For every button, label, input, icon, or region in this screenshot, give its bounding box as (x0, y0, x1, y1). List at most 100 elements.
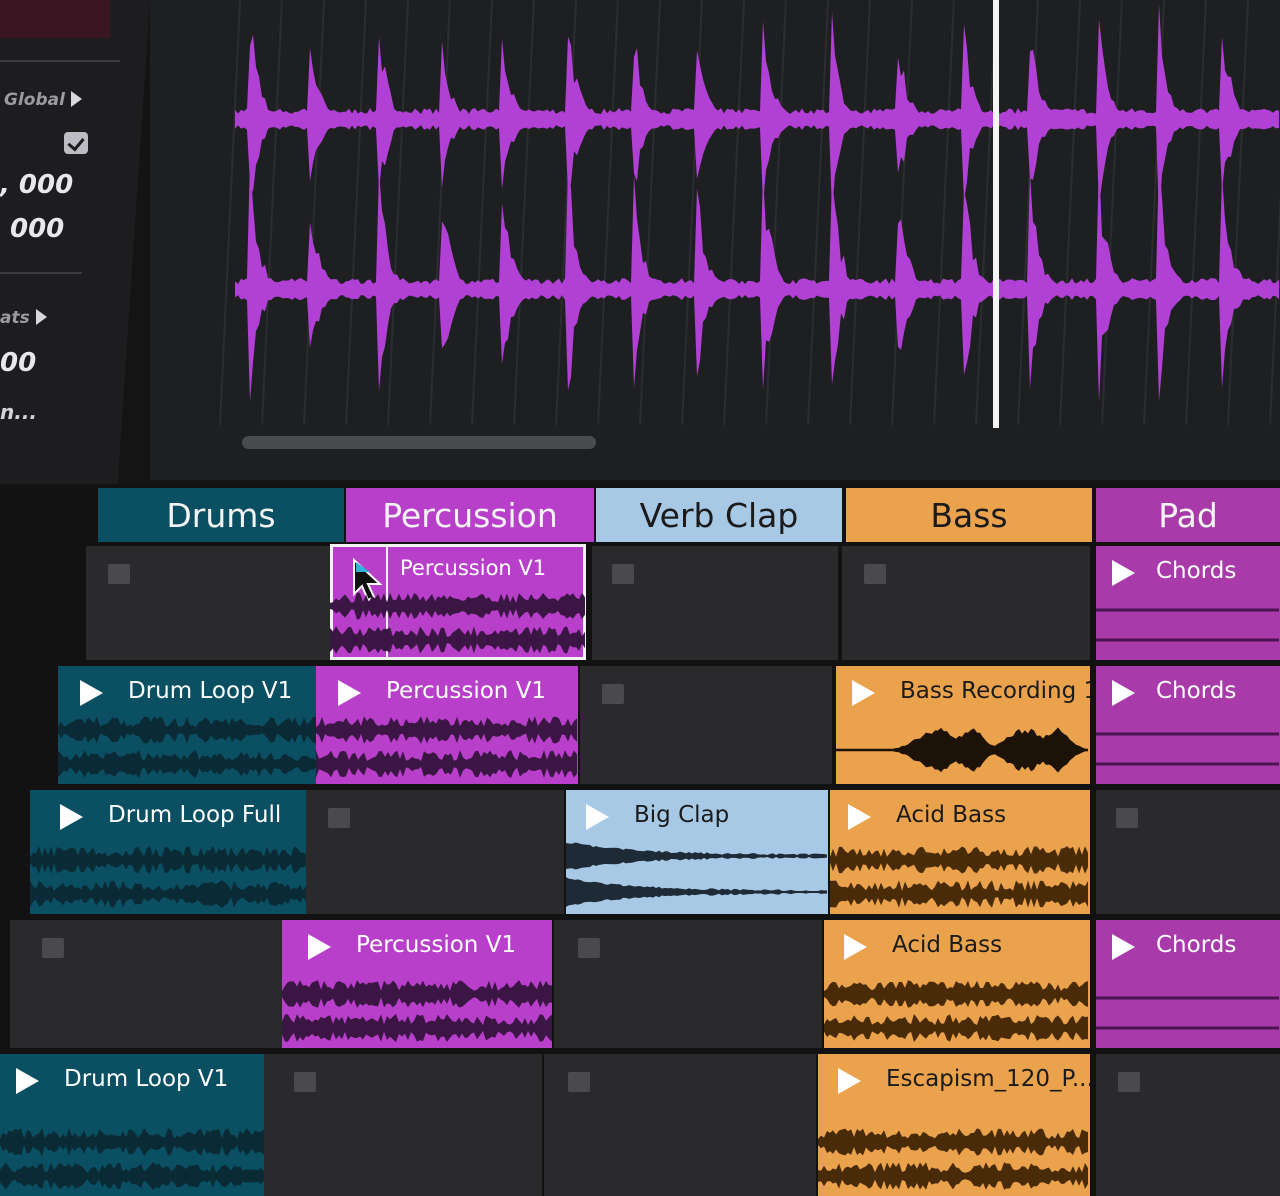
checkbox-checked-icon[interactable] (64, 132, 88, 154)
waveform-display (219, 0, 1280, 428)
clip-name: Chords (1156, 678, 1237, 704)
clip-waveform (1096, 996, 1279, 1030)
play-icon (308, 934, 331, 960)
stop-slot-icon (602, 684, 624, 704)
clip-name: Bass Recording 1 (900, 678, 1090, 704)
clip-waveform (316, 716, 577, 778)
clip-slot[interactable]: Drum Loop V1 (58, 666, 320, 784)
clip-name: Drum Loop V1 (64, 1066, 229, 1092)
waveform-channel (235, 3, 1279, 219)
expand-arrow-icon (70, 91, 82, 107)
play-icon (838, 1068, 861, 1094)
clip-waveform (330, 592, 585, 654)
beats-label: ats (0, 308, 30, 328)
track-name: Pad (1158, 495, 1218, 535)
clip-name: Percussion V1 (386, 678, 547, 704)
clip-waveform (836, 727, 1088, 773)
clip-waveform (818, 1128, 1088, 1190)
stop-slot-icon (108, 564, 130, 584)
play-icon (844, 934, 867, 960)
track-name: Verb Clap (639, 495, 799, 535)
value-readout-2[interactable]: 000 (10, 214, 64, 244)
stop-slot-icon (578, 938, 600, 958)
empty-slot[interactable] (1096, 790, 1280, 914)
track-name: Bass (930, 495, 1008, 535)
inspector-header-strip (0, 0, 110, 38)
empty-slot[interactable] (592, 546, 838, 660)
empty-slot[interactable] (544, 1054, 816, 1196)
clip-slot[interactable]: Percussion V1 (316, 666, 578, 784)
divider (0, 60, 120, 62)
track-header-drums[interactable]: Drums (98, 488, 344, 542)
clip-name: Chords (1156, 558, 1237, 584)
track-name: Drums (166, 495, 276, 535)
track-header-verb-clap[interactable]: Verb Clap (596, 488, 842, 542)
empty-slot[interactable] (264, 1054, 542, 1196)
clip-slot[interactable]: Chords (1096, 666, 1280, 784)
waveform-editor[interactable] (150, 0, 1280, 480)
clip-waveform (30, 846, 306, 908)
play-icon (60, 804, 83, 830)
clip-slot[interactable]: Acid Bass (824, 920, 1090, 1048)
global-menu[interactable]: Global (4, 90, 82, 110)
clip-slot[interactable]: Drum Loop V1 (0, 1054, 270, 1196)
clip-slot[interactable]: Bass Recording 1 (836, 666, 1090, 784)
play-icon (586, 804, 609, 830)
empty-slot[interactable] (554, 920, 822, 1048)
play-icon (852, 680, 875, 706)
expand-arrow-icon (35, 309, 47, 325)
value-readout-3[interactable]: 00 (0, 348, 36, 378)
beats-menu[interactable]: ats (0, 308, 47, 328)
track-header-percussion[interactable]: Percussion (346, 488, 594, 542)
clip-slot[interactable]: Big Clap (566, 790, 828, 914)
empty-slot[interactable] (842, 546, 1090, 660)
stop-slot-icon (1118, 1072, 1140, 1092)
clip-waveform (58, 716, 319, 778)
empty-slot[interactable] (1096, 1054, 1280, 1196)
clip-waveform (1096, 732, 1279, 766)
stop-slot-icon (1116, 808, 1138, 828)
clip-waveform (1096, 608, 1279, 642)
play-icon (1112, 560, 1135, 586)
clip-slot[interactable]: Acid Bass (830, 790, 1090, 914)
track-header-bass[interactable]: Bass (846, 488, 1092, 542)
stop-slot-icon (294, 1072, 316, 1092)
value-readout-1[interactable]: , 000 (0, 170, 73, 200)
stop-slot-icon (864, 564, 886, 584)
clip-slot[interactable]: Chords (1096, 546, 1280, 660)
clip-slot[interactable]: Percussion V1 (282, 920, 552, 1048)
clip-name: Drum Loop Full (108, 802, 282, 828)
stop-slot-icon (328, 808, 350, 828)
clip-slot[interactable]: Drum Loop Full (30, 790, 306, 914)
clip-name: Acid Bass (896, 802, 1007, 828)
play-icon (848, 804, 871, 830)
clip-slot-selected[interactable]: Percussion V1 (330, 544, 586, 660)
clip-slot[interactable]: Escapism_120_P... (818, 1054, 1090, 1196)
empty-slot[interactable] (10, 920, 284, 1048)
stop-slot-icon (42, 938, 64, 958)
play-icon (1112, 680, 1135, 706)
play-icon (16, 1068, 39, 1094)
stop-slot-icon (568, 1072, 590, 1092)
clip-waveform (566, 842, 827, 907)
empty-slot[interactable] (306, 790, 564, 914)
empty-slot[interactable] (86, 546, 336, 660)
empty-slot[interactable] (580, 666, 832, 784)
clip-name: Escapism_120_P... (886, 1066, 1090, 1092)
clip-launcher-grid: Drums Percussion Verb Clap Bass Pad Perc… (0, 484, 1280, 1196)
clip-slot[interactable]: Chords (1096, 920, 1280, 1048)
stop-slot-icon (612, 564, 634, 584)
clip-waveform (830, 846, 1088, 908)
clip-name: Chords (1156, 932, 1237, 958)
global-label: Global (4, 90, 65, 110)
track-header-pad[interactable]: Pad (1096, 488, 1280, 542)
play-icon (1112, 934, 1135, 960)
clip-waveform (282, 980, 552, 1042)
play-icon (80, 680, 103, 706)
play-icon (338, 680, 361, 706)
clip-name: Big Clap (634, 802, 730, 828)
horizontal-scrollbar[interactable] (242, 436, 596, 449)
playhead[interactable] (993, 0, 999, 428)
clip-name: Acid Bass (892, 932, 1003, 958)
track-name: Percussion (382, 495, 558, 535)
